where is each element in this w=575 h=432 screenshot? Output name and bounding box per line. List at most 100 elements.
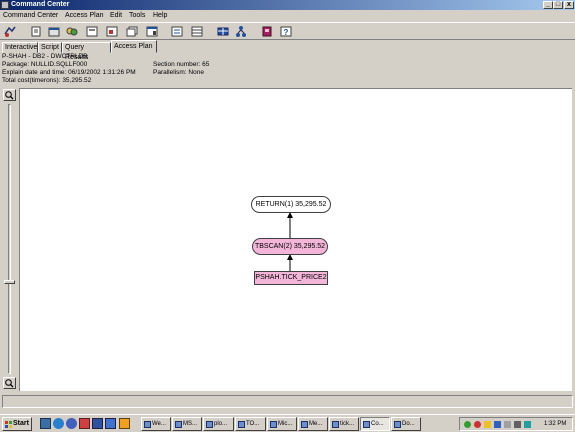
- plan-icon[interactable]: [170, 25, 184, 38]
- task-icon: [394, 421, 401, 428]
- menu-bar: Command Center Access Plan Edit Tools He…: [0, 10, 575, 22]
- alert-icon[interactable]: [484, 421, 491, 428]
- task-button[interactable]: plo...: [203, 417, 234, 431]
- app2-icon[interactable]: [105, 418, 116, 429]
- license-icon[interactable]: [85, 25, 99, 38]
- table-icon[interactable]: [216, 25, 230, 38]
- magnifier-icon: [5, 379, 14, 388]
- command-center-icon[interactable]: [3, 25, 17, 38]
- task-icon: [363, 421, 370, 428]
- plan-node-tbscan[interactable]: TBSCAN(2) 35,295.52: [252, 238, 328, 255]
- app-icon[interactable]: [92, 418, 103, 429]
- antivirus-icon[interactable]: [474, 421, 481, 428]
- tab-interactive[interactable]: Interactive: [2, 42, 38, 53]
- help-icon[interactable]: ?: [279, 25, 293, 38]
- grid-icon[interactable]: [190, 25, 204, 38]
- task-label: We...: [152, 421, 166, 427]
- task-label: MS...: [183, 421, 198, 427]
- task-button[interactable]: TO...: [235, 417, 266, 431]
- plan-info: P-SHAH - DB2 - DWCTRLDB Package: NULLID.…: [2, 53, 572, 87]
- task-icon: [238, 421, 245, 428]
- task-button[interactable]: tick...: [329, 417, 359, 431]
- task-label: Co...: [371, 421, 384, 427]
- task-button[interactable]: Me...: [298, 417, 328, 431]
- minimize-button[interactable]: _: [543, 1, 553, 9]
- status-area: [0, 391, 575, 413]
- package-label: Package: NULLID.SQLLF000: [2, 61, 88, 68]
- menu-tools[interactable]: Tools: [129, 10, 145, 22]
- winamp-icon[interactable]: [119, 418, 130, 429]
- window-icon[interactable]: [105, 25, 119, 38]
- toolbar: ?: [0, 22, 575, 40]
- tab-access-plan[interactable]: Access Plan: [111, 40, 157, 53]
- system-tray: 1:32 PM: [459, 417, 573, 431]
- magnifier-icon: [5, 91, 14, 100]
- plan-node-return[interactable]: RETURN(1) 35,295.52: [251, 196, 331, 213]
- parallelism-label: Parallelism: None: [153, 69, 204, 76]
- title-bar[interactable]: Command Center _ □ x: [0, 0, 575, 10]
- task-label: Do...: [402, 421, 415, 427]
- app-icon: [1, 1, 9, 9]
- zoom-in-button[interactable]: [3, 89, 16, 101]
- tab-script[interactable]: Script: [38, 42, 62, 53]
- book-icon[interactable]: [260, 25, 274, 38]
- display-icon[interactable]: [494, 421, 501, 428]
- ie-icon[interactable]: [53, 418, 64, 429]
- maximize-button[interactable]: □: [553, 1, 563, 9]
- task-button[interactable]: We...: [141, 417, 171, 431]
- zoom-thumb[interactable]: [4, 280, 15, 284]
- network-icon[interactable]: [464, 421, 471, 428]
- task-button[interactable]: MS...: [172, 417, 202, 431]
- query-icon[interactable]: [47, 25, 61, 38]
- task-icon: [332, 421, 339, 428]
- zoom-track[interactable]: [8, 104, 11, 374]
- menu-access-plan[interactable]: Access Plan: [65, 10, 104, 22]
- printer-icon[interactable]: [504, 421, 511, 428]
- tab-query-results[interactable]: Query Results: [62, 42, 111, 61]
- plan-node-table[interactable]: PSHAH.TICK_PRICE2: [254, 271, 328, 285]
- task-button-active[interactable]: Co...: [360, 417, 390, 431]
- window-title: Command Center: [11, 1, 70, 8]
- sql-icon[interactable]: [145, 25, 159, 38]
- status-field: [2, 395, 573, 408]
- script-center-icon[interactable]: [29, 25, 43, 38]
- svg-text:?: ?: [284, 28, 289, 37]
- task-label: Mic...: [278, 421, 293, 427]
- start-button[interactable]: Start: [2, 417, 32, 431]
- tab-strip: Interactive Script Query Results Access …: [0, 40, 575, 61]
- clock: 1:32 PM: [544, 421, 567, 427]
- media-icon[interactable]: [79, 418, 90, 429]
- tree-icon[interactable]: [234, 25, 248, 38]
- total-cost-label: Total cost(timerons): 35,295.52: [2, 77, 92, 84]
- section-label: Section number: 65: [153, 61, 210, 68]
- restore-icon[interactable]: [125, 25, 139, 38]
- zoom-slider[interactable]: [2, 88, 18, 391]
- task-button[interactable]: Do...: [391, 417, 421, 431]
- db2-icon[interactable]: [524, 421, 531, 428]
- close-button[interactable]: x: [564, 1, 574, 9]
- windows-flag-icon: [5, 421, 12, 428]
- outlook-icon[interactable]: [66, 418, 77, 429]
- task-button[interactable]: Mic...: [267, 417, 297, 431]
- journal-icon[interactable]: [65, 25, 79, 38]
- desktop-icon[interactable]: [40, 418, 51, 429]
- start-label: Start: [13, 420, 29, 427]
- access-plan-canvas[interactable]: RETURN(1) 35,295.52 TBSCAN(2) 35,295.52 …: [19, 88, 572, 391]
- taskbar: Start We... MS... plo... TO... Mic... Me…: [0, 414, 575, 432]
- task-icon: [175, 421, 182, 428]
- zoom-out-button[interactable]: [3, 377, 16, 389]
- task-icon: [270, 421, 277, 428]
- task-icon: [144, 421, 151, 428]
- task-icon: [301, 421, 308, 428]
- task-icon: [206, 421, 213, 428]
- menu-edit[interactable]: Edit: [110, 10, 122, 22]
- menu-command-center[interactable]: Command Center: [3, 10, 58, 22]
- database-label: P-SHAH - DB2 - DWCTRLDB: [2, 53, 88, 60]
- explain-time-label: Explain date and time: 06/19/2002 1:31:2…: [2, 69, 136, 76]
- task-label: tick...: [340, 421, 355, 427]
- menu-help[interactable]: Help: [153, 10, 167, 22]
- task-label: TO...: [246, 421, 260, 427]
- task-label: Me...: [309, 421, 323, 427]
- task-label: plo...: [214, 421, 228, 427]
- volume-icon[interactable]: [514, 421, 521, 428]
